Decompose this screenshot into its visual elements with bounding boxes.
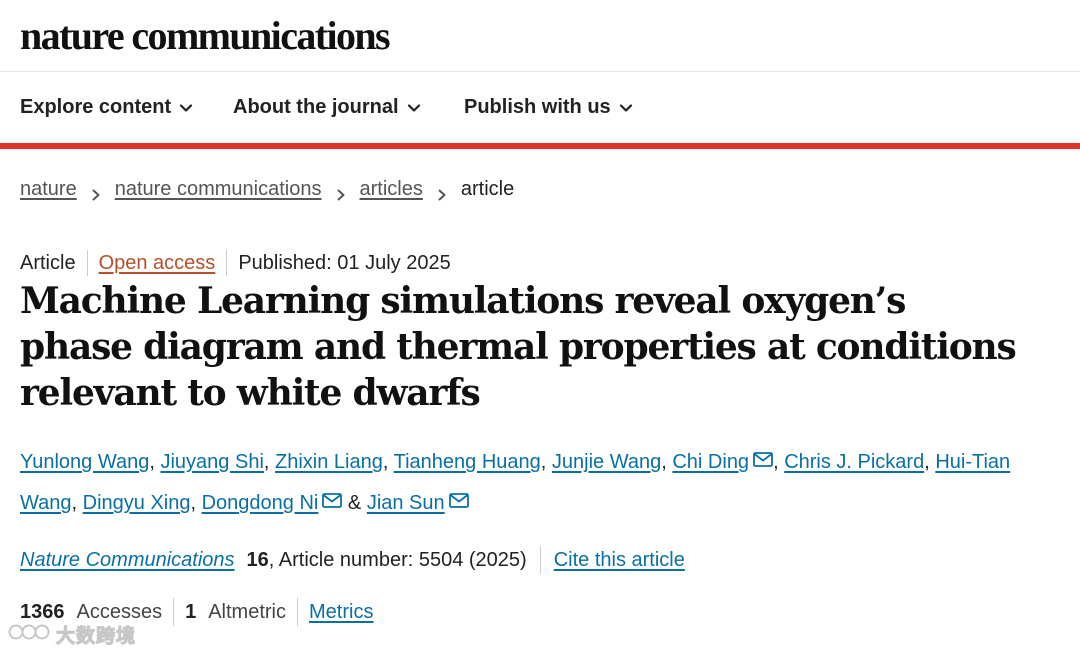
author-separator: , [190,492,202,514]
author-link[interactable]: Jian Sun [367,492,445,514]
mail-icon[interactable] [753,452,773,467]
divider [297,598,299,626]
author-separator: , [382,451,394,473]
author-separator: & [342,492,367,514]
nav-label: Explore content [20,96,172,118]
breadcrumb-current: article [460,178,515,200]
chevron-right-icon [91,184,101,200]
breadcrumb-link-nature[interactable]: nature [20,178,77,201]
nav-label: Publish with us [464,96,611,118]
open-access-link[interactable]: Open access [99,252,216,275]
citation-line: Nature Communications 16 , Article numbe… [20,546,685,574]
article-meta: Article Open access Published: 01 July 2… [20,250,451,276]
article-number: , Article number: 5504 (2025) [268,548,527,571]
author-separator: , [149,451,161,473]
author-separator: , [773,451,785,473]
author-link[interactable]: Junjie Wang [552,451,661,473]
published-date: Published: 01 July 2025 [238,251,451,274]
mail-icon[interactable] [448,493,469,508]
nav-publish-with-us[interactable]: Publish with us [464,96,633,119]
nav-about-journal[interactable]: About the journal [233,96,421,119]
chevron-down-icon [407,101,421,115]
author-link[interactable]: Chi Ding [672,451,749,473]
article-type: Article [20,251,76,274]
author-link[interactable]: Dongdong Ni [202,492,319,514]
metrics-link[interactable]: Metrics [309,601,373,624]
author-link[interactable]: Tianheng Huang [394,451,541,473]
divider [226,250,228,276]
cite-this-article-link[interactable]: Cite this article [554,549,685,572]
author-list: Yunlong Wang, Jiuyang Shi, Zhixin Liang,… [20,442,1030,524]
journal-logo[interactable]: nature communications [20,12,391,59]
altmetric-count: 1 [185,600,197,623]
author-link[interactable]: Jiuyang Shi [160,451,263,473]
mail-icon[interactable] [322,493,343,508]
watermark: 大数跨境 [8,620,136,649]
author-separator: , [263,451,276,473]
journal-name-link[interactable]: Nature Communications [20,549,235,572]
altmetric-label: Altmetric [208,600,287,623]
breadcrumb-link-articles[interactable]: articles [360,178,423,201]
divider [539,546,541,574]
chevron-down-icon [179,101,193,115]
author-separator: , [71,492,83,514]
masthead: nature communications [0,0,1080,72]
author-link[interactable]: Yunlong Wang [20,451,149,473]
accent-bar [0,143,1080,149]
author-link[interactable]: Zhixin Liang [275,451,383,473]
divider [173,598,175,626]
author-separator: , [661,451,673,473]
nav-label: About the journal [233,96,399,118]
author-link[interactable]: Chris J. Pickard [784,451,924,473]
main-nav: Explore content About the journal Publis… [0,72,1080,144]
chevron-down-icon [619,101,633,115]
chevron-right-icon [437,184,447,200]
divider [86,250,88,276]
volume-number: 16 [246,548,269,571]
article-title: Machine Learning simulations reveal oxyg… [20,280,1017,414]
breadcrumb-link-nature-communications[interactable]: nature communications [115,178,322,201]
nav-explore-content[interactable]: Explore content [20,96,193,119]
author-separator: , [924,451,936,473]
watermark-logo-icon [8,620,50,649]
watermark-text: 大数跨境 [55,626,137,648]
breadcrumb: nature nature communications articles ar… [20,178,514,201]
author-separator: , [540,451,552,473]
author-link[interactable]: Dingyu Xing [83,492,191,514]
chevron-right-icon [336,184,346,200]
